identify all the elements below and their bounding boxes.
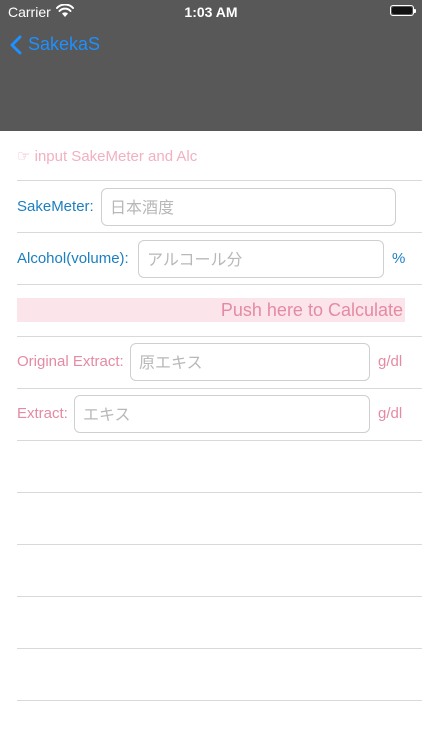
sakemeter-input[interactable] [101,188,396,226]
back-button-label: SakekaS [28,34,101,54]
chevron-left-icon [10,35,22,54]
status-bar: Carrier 1:03 AM [0,0,422,24]
empty-row [17,597,422,649]
extract-input[interactable] [74,395,370,433]
alcohol-input[interactable] [138,240,384,278]
clock: 1:03 AM [184,4,238,20]
back-button[interactable]: SakekaS [8,34,100,55]
original-extract-unit: g/dl [378,353,403,370]
battery-icon [390,5,416,16]
original-extract-input[interactable] [130,343,370,381]
extract-label: Extract: [17,405,68,422]
hint-row-divider [17,131,422,181]
alcohol-label: Alcohol(volume): [17,250,129,267]
sakemeter-label: SakeMeter: [17,198,94,215]
empty-row [17,545,422,597]
alcohol-unit: % [392,250,406,267]
empty-row [17,441,422,493]
calculator-form: ☞ input SakeMeter and Alc SakeMeter: Alc… [0,131,422,750]
empty-row [17,493,422,545]
empty-row [17,649,422,701]
navigation-bar: Carrier 1:03 AM SakekaS [0,0,422,131]
extract-unit: g/dl [378,405,403,422]
calculate-button[interactable]: Push here to Calculate [17,298,405,322]
original-extract-label: Original Extract: [17,353,124,370]
